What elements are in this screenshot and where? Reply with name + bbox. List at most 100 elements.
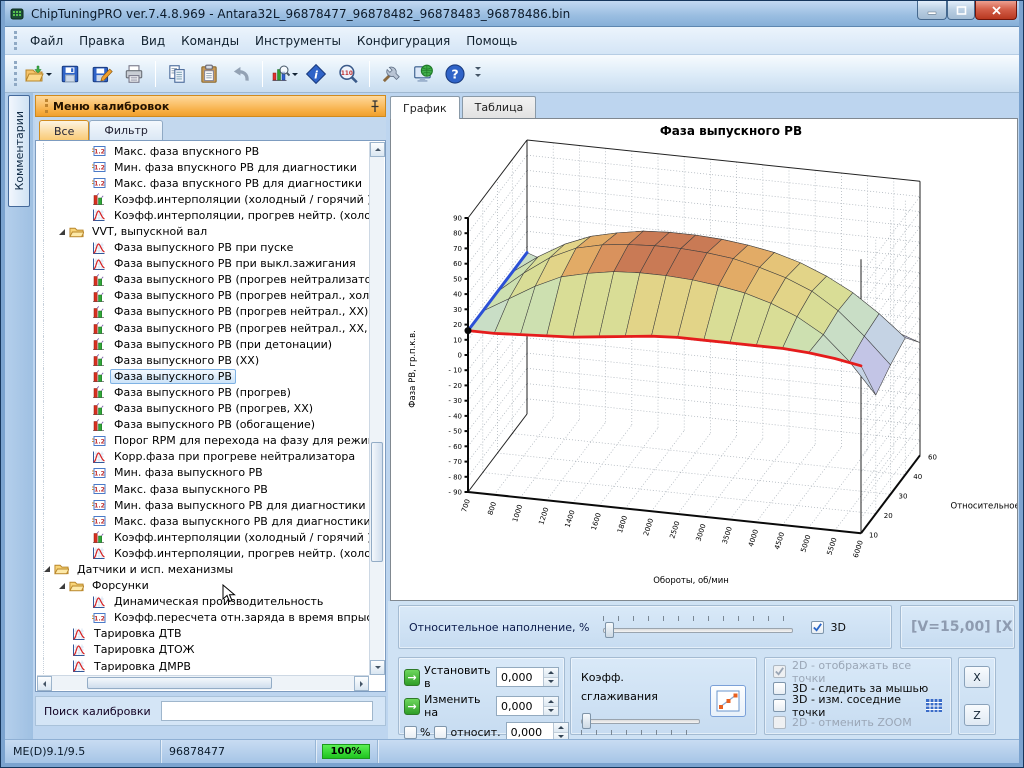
- expand-arrow-icon[interactable]: [59, 229, 65, 235]
- title-bar[interactable]: ChipTuningPRO ver.7.4.8.969 - Antara32L_…: [1, 1, 1024, 27]
- tree-folder[interactable]: VVT, выпускной вал: [37, 223, 369, 239]
- z-axis-button[interactable]: Z: [964, 704, 990, 726]
- tree-item[interactable]: Корр.фаза при прогреве нейтрализатора: [37, 449, 369, 465]
- zoom-110-button[interactable]: 110: [333, 59, 363, 89]
- menu-файл[interactable]: Файл: [22, 30, 71, 52]
- save-as-button[interactable]: [87, 59, 117, 89]
- tree-item[interactable]: Фаза выпускного РВ (обогащение): [37, 417, 369, 433]
- tree-folder[interactable]: Датчики и исп. механизмы: [37, 561, 369, 577]
- tree-item[interactable]: Коэфф.интерполяции, прогрев нейтр. (холо…: [37, 545, 369, 561]
- tab-filter[interactable]: Фильтр: [89, 120, 163, 140]
- scroll-right-button[interactable]: [354, 676, 369, 691]
- pin-icon[interactable]: [369, 100, 381, 113]
- minimize-button[interactable]: [917, 1, 947, 20]
- percent-checkbox[interactable]: [404, 726, 417, 739]
- expand-arrow-icon[interactable]: [44, 566, 50, 572]
- panel-grip[interactable]: [45, 99, 48, 113]
- horizontal-scroll-thumb[interactable]: [87, 677, 272, 689]
- scroll-down-button[interactable]: [370, 660, 385, 675]
- tree-horizontal-scrollbar[interactable]: [37, 675, 369, 690]
- tree-item[interactable]: Динамическая производительность: [37, 594, 369, 610]
- tree-item[interactable]: Тарировка ДМРВ: [37, 658, 369, 674]
- grid-table-icon[interactable]: [919, 698, 943, 713]
- tree-item[interactable]: Тарировка ДТВ: [37, 626, 369, 642]
- menu-конфигурация[interactable]: Конфигурация: [349, 30, 458, 52]
- fill-slider-thumb[interactable]: [605, 622, 614, 638]
- search-input[interactable]: [161, 701, 373, 721]
- smoothing-apply-button[interactable]: [710, 685, 746, 717]
- paste-button[interactable]: [194, 59, 224, 89]
- tree-item[interactable]: Фаза выпускного РВ (прогрев нейтрализато…: [37, 272, 369, 288]
- dropdown-arrow-icon[interactable]: [46, 73, 52, 79]
- open-file-button[interactable]: [23, 59, 53, 89]
- menu-инструменты[interactable]: Инструменты: [247, 30, 349, 52]
- scroll-left-button[interactable]: [37, 676, 52, 691]
- tree-item[interactable]: Коэфф.интерполяции (холодный / горячий ): [37, 529, 369, 545]
- 3d-checkbox[interactable]: [811, 621, 824, 634]
- tree-item[interactable]: 1.2Макс. фаза выпускного РВ для диагност…: [37, 513, 369, 529]
- help-button[interactable]: ?: [440, 59, 470, 89]
- tree-item[interactable]: Фаза выпускного РВ (прогрев нейтрал., ХХ…: [37, 304, 369, 320]
- tree-item[interactable]: Фаза выпускного РВ (прогрев): [37, 384, 369, 400]
- comments-side-tab[interactable]: Комментарии: [8, 95, 30, 207]
- tree-item[interactable]: 1.2Макс. фаза впускного РВ: [37, 143, 369, 159]
- menubar-grip[interactable]: [14, 31, 17, 50]
- tree-item[interactable]: 1.2Коэфф.пересчета отн.заряда в время вп…: [37, 610, 369, 626]
- tree-item[interactable]: Фаза выпускного РВ: [37, 368, 369, 384]
- tree-item[interactable]: Коэфф.интерполяции, прогрев нейтр. (холо…: [37, 207, 369, 223]
- tab-table[interactable]: Таблица: [462, 96, 537, 118]
- tab-all[interactable]: Все: [39, 120, 89, 141]
- tools-button[interactable]: [376, 59, 406, 89]
- copy-button[interactable]: [162, 59, 192, 89]
- surface-plot-svg[interactable]: - 90- 80- 70- 60- 50- 40- 30- 20- 100102…: [391, 119, 1017, 600]
- save-file-button[interactable]: [55, 59, 85, 89]
- surface-chart[interactable]: - 90- 80- 70- 60- 50- 40- 30- 20- 100102…: [390, 118, 1018, 601]
- menu-вид[interactable]: Вид: [133, 30, 173, 52]
- expand-arrow-icon[interactable]: [59, 583, 65, 589]
- tree-item[interactable]: Фаза выпускного РВ (прогрев нейтрал., хо…: [37, 288, 369, 304]
- smoothing-slider-thumb[interactable]: [582, 713, 591, 729]
- x-axis-button[interactable]: X: [964, 666, 990, 688]
- tab-chart[interactable]: График: [390, 96, 460, 119]
- change-value-button[interactable]: →: [404, 698, 420, 715]
- tree-item[interactable]: 1.2Порог RPM для перехода на фазу для ре…: [37, 433, 369, 449]
- dropdown-arrow-icon[interactable]: [292, 73, 298, 79]
- tree-item[interactable]: Фаза выпускного РВ (при детонации): [37, 336, 369, 352]
- vertical-scroll-thumb[interactable]: [371, 442, 383, 562]
- menu-помощь[interactable]: Помощь: [458, 30, 525, 52]
- menu-команды[interactable]: Команды: [173, 30, 247, 52]
- tree-item[interactable]: Фаза выпускного РВ (прогрев нейтрал., ХХ…: [37, 320, 369, 336]
- view-option-checkbox[interactable]: [773, 699, 786, 712]
- change-value-spinner[interactable]: 0,000: [496, 696, 559, 716]
- set-value-spinner[interactable]: 0,000: [496, 667, 559, 687]
- relative-checkbox[interactable]: [434, 726, 447, 739]
- info-button[interactable]: i: [301, 59, 331, 89]
- tree-item[interactable]: 1.2Макс. фаза впускного РВ для диагности…: [37, 175, 369, 191]
- tree-item[interactable]: 1.2Мин. фаза выпускного РВ: [37, 465, 369, 481]
- undo-button[interactable]: [226, 59, 256, 89]
- tree-item[interactable]: 1.2Мин. фаза впускного РВ для диагностик…: [37, 159, 369, 175]
- tree-item[interactable]: Фаза выпускного РВ при пуске: [37, 240, 369, 256]
- toolbar-grip[interactable]: [14, 61, 17, 87]
- close-button[interactable]: [975, 1, 1017, 20]
- online-update-button[interactable]: [408, 59, 438, 89]
- tree-folder[interactable]: Форсунки: [37, 578, 369, 594]
- tree-item[interactable]: Фаза выпускного РВ (ХХ): [37, 352, 369, 368]
- scroll-up-button[interactable]: [370, 142, 385, 157]
- smoothing-slider[interactable]: [581, 712, 700, 730]
- fill-slider[interactable]: [603, 621, 793, 639]
- tree-item[interactable]: Тарировка ДТОЖ: [37, 642, 369, 658]
- chart-view-button[interactable]: [269, 59, 299, 89]
- tree-item[interactable]: Фаза выпускного РВ (прогрев, ХХ): [37, 401, 369, 417]
- tree-item[interactable]: 1.2Мин. фаза выпускного РВ для диагности…: [37, 497, 369, 513]
- menu-правка[interactable]: Правка: [71, 30, 133, 52]
- toolbar-overflow-icon[interactable]: [475, 67, 481, 80]
- print-button[interactable]: [119, 59, 149, 89]
- maximize-button[interactable]: [947, 1, 975, 20]
- tree-item[interactable]: Коэфф.интерполяции (холодный / горячий ): [37, 191, 369, 207]
- view-option-checkbox[interactable]: [773, 682, 786, 695]
- tree-vertical-scrollbar[interactable]: [369, 142, 384, 675]
- set-value-button[interactable]: →: [404, 669, 420, 686]
- tree-item[interactable]: Фаза выпускного РВ при выкл.зажигания: [37, 256, 369, 272]
- tree-item[interactable]: 1.2Макс. фаза выпускного РВ: [37, 481, 369, 497]
